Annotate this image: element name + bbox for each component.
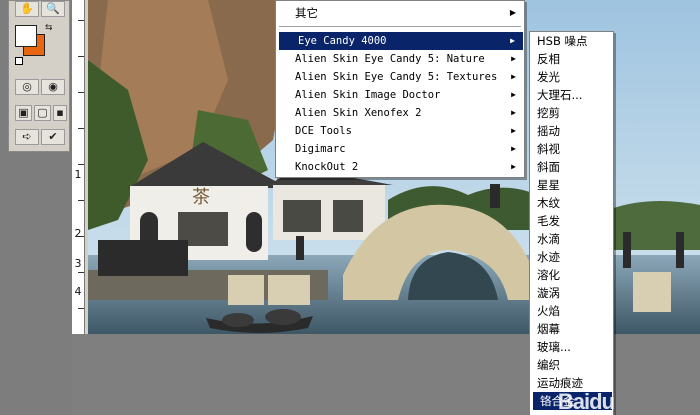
submenu-arrow-icon: ▶ — [511, 90, 516, 99]
submenu-item[interactable]: 漩涡 — [530, 284, 613, 302]
default-colors-icon[interactable] — [15, 57, 23, 65]
submenu-arrow-icon: ▶ — [511, 72, 516, 81]
menu-item-label: Alien Skin Image Doctor — [295, 89, 441, 101]
menu-item-dce-tools[interactable]: DCE Tools ▶ — [276, 122, 524, 140]
menu-item-label: Alien Skin Xenofex 2 — [295, 107, 422, 119]
submenu-arrow-icon: ▶ — [511, 126, 516, 135]
submenu-item[interactable]: 毛发 — [530, 212, 613, 230]
menu-item-label: KnockOut 2 — [295, 161, 359, 173]
submenu-item[interactable]: 反相 — [530, 50, 613, 68]
menu-separator — [279, 26, 521, 28]
submenu-item[interactable]: 发光 — [530, 68, 613, 86]
menu-item-label: Digimarc — [295, 143, 346, 155]
submenu-item[interactable]: 大理石... — [530, 86, 613, 104]
eye-candy-submenu: HSB 噪点 反相 发光 大理石... 挖剪 摇动 斜视 斜面 星星 木纹 毛发… — [529, 31, 614, 415]
toolbox-panel: ✋ 🔍 ⇆ ◎ ◉ ▣ ▢ ▪ ➪ ✔ — [8, 0, 70, 152]
submenu-item[interactable]: 斜面 — [530, 158, 613, 176]
ruler-label: 1 — [74, 168, 82, 181]
submenu-arrow-icon: ▶ — [511, 162, 516, 171]
submenu-item[interactable]: 火焰 — [530, 302, 613, 320]
menu-item-digimarc[interactable]: Digimarc ▶ — [276, 140, 524, 158]
submenu-arrow-icon: ▶ — [510, 36, 515, 45]
submenu-item[interactable]: 木纹 — [530, 194, 613, 212]
submenu-item[interactable]: 水滴 — [530, 230, 613, 248]
submenu-item[interactable]: 斜视 — [530, 140, 613, 158]
ruler-label: 3 — [74, 257, 82, 270]
submenu-item[interactable]: 烟幕 — [530, 320, 613, 338]
swap-colors-icon[interactable]: ⇆ — [45, 23, 53, 33]
menu-item-other[interactable]: 其它 ▶ — [276, 4, 524, 22]
quick-mask-icon[interactable]: ◉ — [41, 79, 65, 95]
menu-item-eye-candy-5-textures[interactable]: Alien Skin Eye Candy 5: Textures ▶ — [276, 68, 524, 86]
menu-item-label: Eye Candy 4000 — [298, 35, 387, 47]
menu-item-image-doctor[interactable]: Alien Skin Image Doctor ▶ — [276, 86, 524, 104]
screen-mode-full-icon[interactable]: ▪ — [53, 105, 67, 121]
submenu-item[interactable]: 溶化 — [530, 266, 613, 284]
submenu-arrow-icon: ▶ — [511, 54, 516, 63]
submenu-item[interactable]: 星星 — [530, 176, 613, 194]
pavilion-sign-text: 茶 — [192, 187, 210, 208]
menu-item-knockout-2[interactable]: KnockOut 2 ▶ — [276, 158, 524, 176]
submenu-item[interactable]: 玻璃... — [530, 338, 613, 356]
submenu-arrow-icon: ▶ — [511, 108, 516, 117]
submenu-item[interactable]: 挖剪 — [530, 104, 613, 122]
menu-item-xenofex-2[interactable]: Alien Skin Xenofex 2 ▶ — [276, 104, 524, 122]
screen-mode-standard-icon[interactable]: ▣ — [15, 105, 32, 121]
menu-item-eye-candy-5-nature[interactable]: Alien Skin Eye Candy 5: Nature ▶ — [276, 50, 524, 68]
submenu-arrow-icon: ▶ — [511, 144, 516, 153]
ruler-label: 2 — [74, 227, 82, 240]
hand-tool-icon[interactable]: ✋ — [15, 1, 39, 17]
menu-item-label: Alien Skin Eye Candy 5: Nature — [295, 53, 485, 65]
submenu-item[interactable]: 摇动 — [530, 122, 613, 140]
filter-menu: 其它 ▶ Eye Candy 4000 ▶ Alien Skin Eye Candy… — [275, 0, 525, 178]
submenu-item[interactable]: 编织 — [530, 356, 613, 374]
vertical-ruler: 1 2 3 4 — [72, 0, 85, 334]
standard-mode-icon[interactable]: ◎ — [15, 79, 39, 95]
ruler-label: 4 — [74, 285, 82, 298]
foreground-color-swatch[interactable] — [15, 25, 37, 47]
submenu-arrow-icon: ▶ — [509, 8, 516, 17]
submenu-item[interactable]: HSB 噪点 — [530, 32, 613, 50]
edit-check-icon[interactable]: ✔ — [41, 129, 65, 145]
baidu-watermark-logo: Baidu — [557, 389, 615, 414]
jump-to-imageready-icon[interactable]: ➪ — [15, 129, 39, 145]
screen-mode-full-menu-icon[interactable]: ▢ — [34, 105, 51, 121]
menu-item-eye-candy-4000[interactable]: Eye Candy 4000 ▶ — [279, 32, 523, 50]
menu-item-label: Alien Skin Eye Candy 5: Textures — [295, 71, 498, 83]
menu-item-label: 其它 — [295, 6, 318, 20]
submenu-item[interactable]: 水迹 — [530, 248, 613, 266]
zoom-tool-icon[interactable]: 🔍 — [41, 1, 65, 17]
menu-item-label: DCE Tools — [295, 125, 352, 137]
